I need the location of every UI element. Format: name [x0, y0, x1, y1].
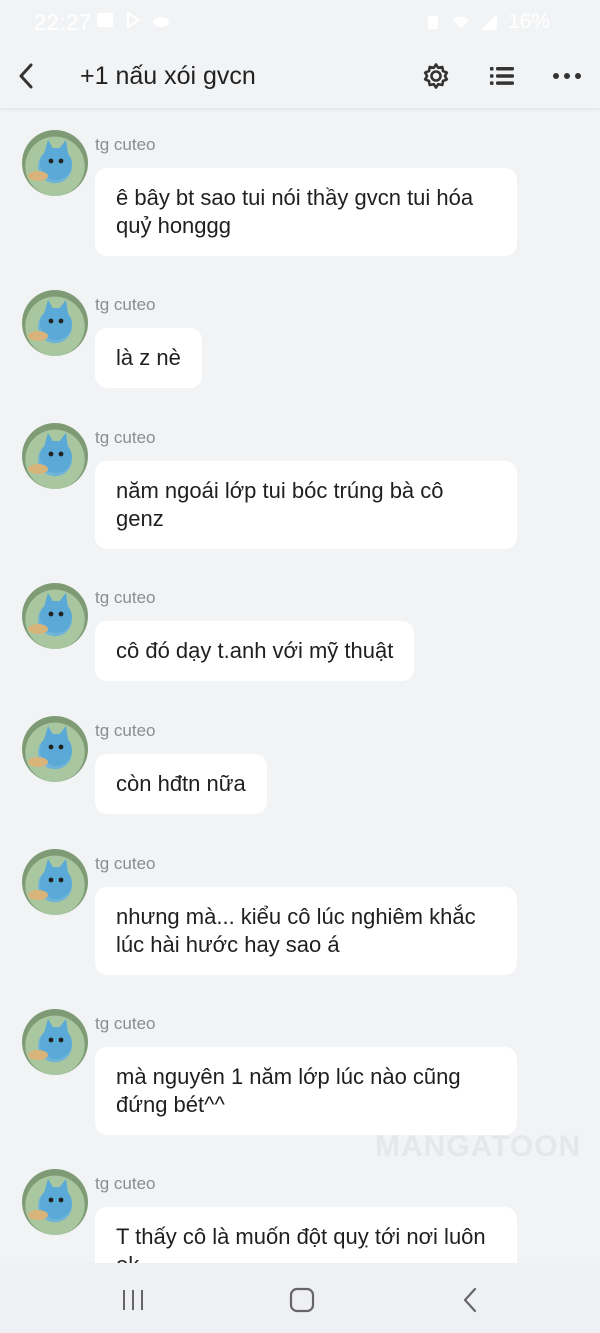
chat-title: +1 nấu xói gvcn [80, 62, 256, 90]
cat-avatar-icon [28, 1179, 72, 1220]
message-bubble[interactable]: là z nè [95, 328, 202, 388]
sender-name: tg cuteo [95, 1174, 156, 1193]
avatar[interactable] [22, 1169, 88, 1235]
system-back-button[interactable] [450, 1283, 490, 1317]
sender-name: tg cuteo [95, 135, 156, 154]
avatar[interactable] [22, 423, 88, 489]
cat-avatar-icon [28, 593, 72, 634]
gallery-icon [97, 13, 113, 27]
list-icon [490, 67, 514, 85]
watermark-logo: MANGATOON [375, 1130, 582, 1163]
status-right-icons: 16% [424, 10, 550, 34]
list-button[interactable] [484, 58, 520, 94]
cat-avatar-icon [28, 300, 72, 341]
avatar[interactable] [22, 130, 88, 196]
chevron-left-icon [463, 1287, 477, 1313]
alarm-icon [427, 16, 438, 29]
message-bubble[interactable]: ê bây bt sao tui nói thầy gvcn tui hóa q… [95, 168, 517, 256]
wifi-icon [452, 16, 469, 29]
battery-level: 16% [507, 10, 550, 33]
cat-avatar-icon [28, 726, 72, 767]
cat-avatar-icon [28, 859, 72, 900]
message-bubble[interactable]: cô đó dạy t.anh với mỹ thuật [95, 621, 415, 681]
message-bubble[interactable]: nhưng mà... kiểu cô lúc nghiêm khắc lúc … [95, 887, 517, 975]
message-bubble[interactable]: còn hđtn nữa [95, 754, 267, 814]
status-bar: 22:27 16% [0, 0, 600, 44]
cat-avatar-icon [28, 433, 72, 474]
chat-header: +1 nấu xói gvcn [0, 44, 600, 108]
avatar[interactable] [22, 290, 88, 356]
message-bubble[interactable]: T thấy cô là muốn đột quỵ tới nơi luôn o… [95, 1207, 517, 1263]
message-bubble[interactable]: năm ngoái lớp tui bóc trúng bà cô genz [95, 461, 517, 549]
sender-name: tg cuteo [95, 588, 156, 607]
back-arrow-icon [19, 63, 33, 89]
avatar[interactable] [22, 849, 88, 915]
recent-apps-icon [123, 1290, 143, 1310]
sender-name: tg cuteo [95, 854, 156, 873]
message-bubble[interactable]: mà nguyên 1 năm lớp lúc nào cũng đứng bé… [95, 1047, 517, 1135]
status-left-icons [96, 11, 170, 29]
sender-name: tg cuteo [95, 295, 156, 314]
avatar[interactable] [22, 716, 88, 782]
more-dots-icon [553, 73, 581, 79]
back-button[interactable] [12, 60, 40, 92]
sender-name: tg cuteo [95, 721, 156, 740]
signal-icon [480, 14, 497, 30]
settings-button[interactable] [418, 58, 454, 94]
cloud-icon [153, 17, 169, 27]
status-time: 22:27 [34, 10, 92, 35]
play-icon [127, 11, 141, 29]
sender-name: tg cuteo [95, 1014, 156, 1033]
avatar[interactable] [22, 1009, 88, 1075]
recent-apps-button[interactable] [113, 1283, 153, 1317]
home-button[interactable] [282, 1283, 322, 1317]
gear-icon [423, 63, 449, 89]
cat-avatar-icon [28, 140, 72, 181]
sender-name: tg cuteo [95, 428, 156, 447]
home-icon [289, 1287, 315, 1313]
system-nav-bar [0, 1263, 600, 1333]
avatar[interactable] [22, 583, 88, 649]
message-feed[interactable]: tg cuteo ê bây bt sao tui nói thầy gvcn … [0, 108, 600, 1263]
cat-avatar-icon [28, 1019, 72, 1060]
more-button[interactable] [549, 58, 585, 94]
